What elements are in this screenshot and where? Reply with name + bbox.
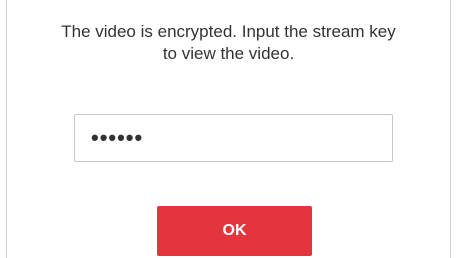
encryption-message-line-2: to view the video. [162, 44, 295, 63]
encryption-message-line-1: The video is encrypted. Input the stream… [61, 22, 396, 41]
stream-key-input[interactable] [74, 114, 393, 162]
ok-button[interactable]: OK [157, 206, 312, 256]
stream-key-dialog: The video is encrypted. Input the stream… [6, 0, 451, 258]
encryption-message: The video is encrypted. Input the stream… [7, 21, 450, 65]
